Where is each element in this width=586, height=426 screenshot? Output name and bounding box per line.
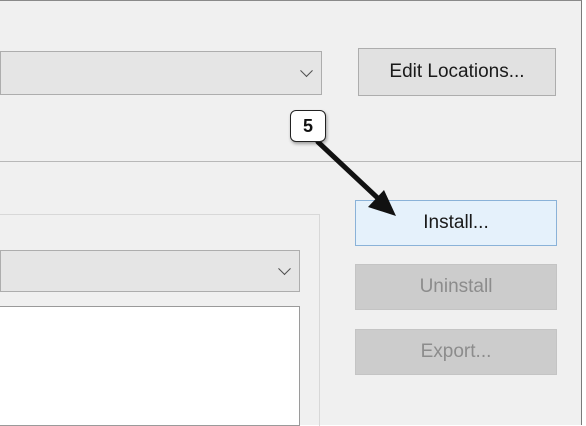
callout-arrow-icon xyxy=(315,139,396,216)
step-number-badge: 5 xyxy=(290,110,326,142)
